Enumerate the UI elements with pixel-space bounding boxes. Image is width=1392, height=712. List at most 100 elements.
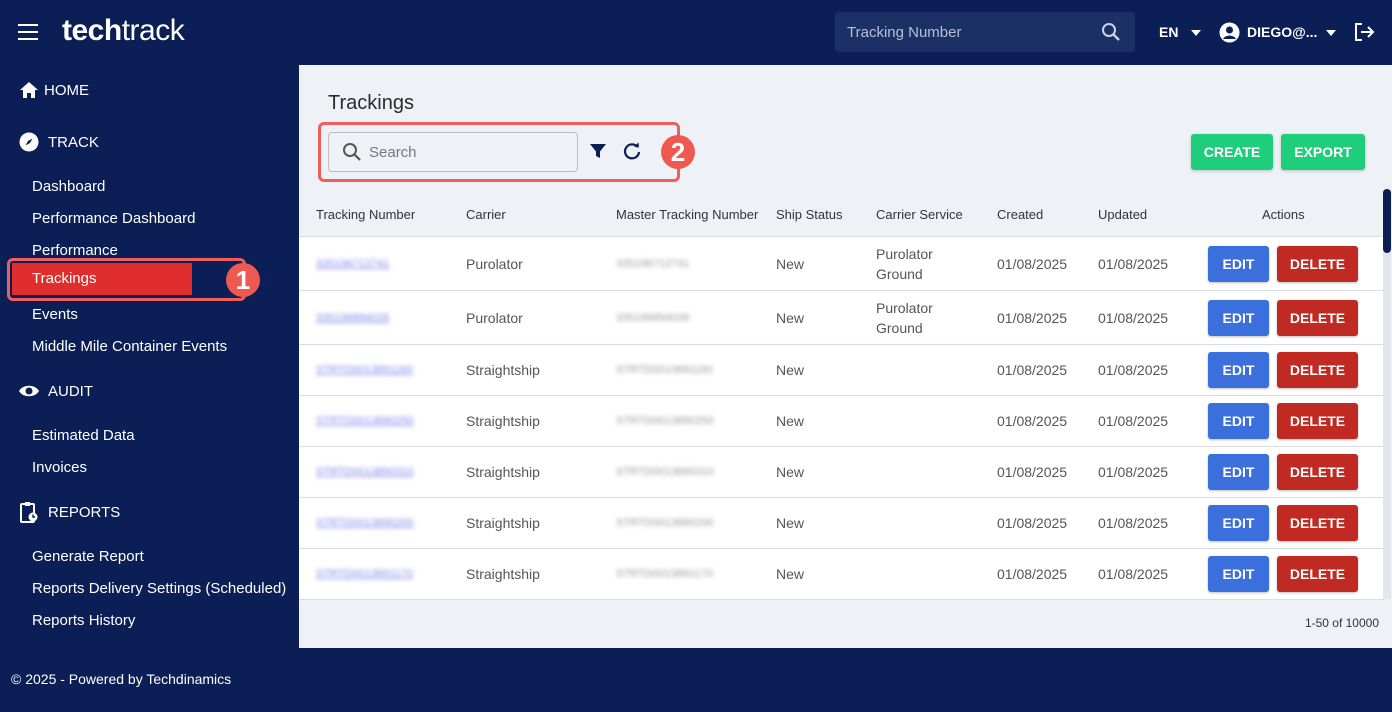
- tracking-number-link[interactable]: STRTD0013890200: [316, 517, 414, 529]
- updated-cell: 01/08/2025: [1098, 515, 1169, 531]
- carrier-cell: Straightship: [466, 464, 540, 480]
- sidebar-item-estimated-data[interactable]: Estimated Data: [32, 427, 135, 444]
- master-tracking-cell: STRTD0013891160: [616, 364, 713, 376]
- table-row: 335196894026 Purolator 335196894026 New …: [299, 291, 1384, 345]
- table-scrollbar[interactable]: [1383, 189, 1391, 599]
- col-ship-status[interactable]: Ship Status: [776, 207, 843, 222]
- sidebar-track-label: TRACK: [48, 133, 99, 151]
- carrier-cell: Straightship: [466, 413, 540, 429]
- tracking-number-link[interactable]: 335196712741: [316, 258, 389, 270]
- export-button[interactable]: EXPORT: [1281, 134, 1365, 170]
- ship-status-cell: New: [776, 362, 805, 378]
- edit-button[interactable]: EDIT: [1208, 454, 1269, 490]
- sidebar-item-dashboard[interactable]: Dashboard: [32, 178, 105, 195]
- updated-cell: 01/08/2025: [1098, 256, 1169, 272]
- eye-icon: [18, 380, 40, 402]
- created-cell: 01/08/2025: [997, 515, 1068, 531]
- menu-icon[interactable]: [18, 24, 38, 40]
- create-button[interactable]: CREATE: [1191, 134, 1273, 170]
- carrier-cell: Purolator: [466, 256, 523, 272]
- footer-copyright: © 2025 - Powered by Techdinamics: [11, 671, 232, 687]
- col-actions: Actions: [1262, 207, 1305, 222]
- carrier-cell: Purolator: [466, 310, 523, 326]
- user-avatar-icon[interactable]: [1219, 22, 1240, 48]
- sidebar-reports[interactable]: REPORTS: [18, 501, 120, 523]
- sidebar-item-performance-dashboard[interactable]: Performance Dashboard: [32, 210, 195, 227]
- search-icon[interactable]: [1101, 22, 1121, 47]
- table-row: STRTD0013891170 Straightship STRTD001389…: [299, 549, 1384, 600]
- updated-cell: 01/08/2025: [1098, 413, 1169, 429]
- edit-button[interactable]: EDIT: [1208, 556, 1269, 592]
- col-created[interactable]: Created: [997, 207, 1043, 222]
- delete-button[interactable]: DELETE: [1277, 352, 1358, 388]
- annotation-highlight-1: [7, 258, 246, 301]
- created-cell: 01/08/2025: [997, 566, 1068, 582]
- col-tracking-number[interactable]: Tracking Number: [316, 207, 415, 222]
- scrollbar-thumb[interactable]: [1383, 189, 1391, 253]
- pagination-info: 1-50 of 10000: [1304, 616, 1379, 630]
- tracking-number-link[interactable]: STRTD0013891170: [316, 568, 413, 580]
- chevron-down-icon[interactable]: [1326, 30, 1336, 36]
- carrier-cell: Straightship: [466, 515, 540, 531]
- edit-button[interactable]: EDIT: [1208, 246, 1269, 282]
- sidebar-audit[interactable]: AUDIT: [18, 380, 93, 402]
- sidebar-home-label: HOME: [44, 81, 89, 99]
- updated-cell: 01/08/2025: [1098, 310, 1169, 326]
- edit-button[interactable]: EDIT: [1208, 505, 1269, 541]
- sidebar-item-reports-history[interactable]: Reports History: [32, 612, 135, 629]
- delete-button[interactable]: DELETE: [1277, 403, 1358, 439]
- compass-icon: [18, 131, 40, 153]
- col-carrier-service[interactable]: Carrier Service: [876, 207, 963, 222]
- tracking-number-link[interactable]: STRTD0013890250: [316, 415, 414, 427]
- delete-button[interactable]: DELETE: [1277, 300, 1358, 336]
- table-row: 335196712741 Purolator 335196712741 New …: [299, 237, 1384, 291]
- edit-button[interactable]: EDIT: [1208, 403, 1269, 439]
- carrier-cell: Straightship: [466, 362, 540, 378]
- updated-cell: 01/08/2025: [1098, 566, 1169, 582]
- delete-button[interactable]: DELETE: [1277, 454, 1358, 490]
- master-tracking-cell: 335196712741: [616, 258, 690, 270]
- carrier-service-cell: Purolator: [876, 246, 933, 262]
- ship-status-cell: New: [776, 464, 805, 480]
- tracking-number-link[interactable]: STRTD0013891160: [316, 364, 413, 376]
- updated-cell: 01/08/2025: [1098, 464, 1169, 480]
- ship-status-cell: New: [776, 515, 805, 531]
- master-tracking-cell: STRTD0013890200: [616, 517, 714, 529]
- sidebar-home[interactable]: HOME: [18, 79, 89, 101]
- delete-button[interactable]: DELETE: [1277, 556, 1358, 592]
- sidebar-item-invoices[interactable]: Invoices: [32, 459, 87, 476]
- main-content: Trackings 2 CREATE EXPORT Tracking Numbe…: [299, 65, 1392, 648]
- tracking-number-search: [835, 12, 1135, 52]
- sidebar-item-middle-mile-container-events[interactable]: Middle Mile Container Events: [32, 338, 227, 355]
- sidebar-reports-label: REPORTS: [48, 503, 121, 521]
- logout-icon[interactable]: [1353, 22, 1375, 47]
- table-row: STRTD0013890200 Straightship STRTD001389…: [299, 498, 1384, 549]
- tracking-number-input[interactable]: [847, 12, 1097, 52]
- created-cell: 01/08/2025: [997, 362, 1068, 378]
- ship-status-cell: New: [776, 310, 805, 326]
- edit-button[interactable]: EDIT: [1208, 300, 1269, 336]
- tracking-number-link[interactable]: STRTD0013890310: [316, 466, 414, 478]
- sidebar-track[interactable]: TRACK: [18, 131, 99, 153]
- edit-button[interactable]: EDIT: [1208, 352, 1269, 388]
- language-selector[interactable]: EN: [1159, 24, 1178, 40]
- sidebar-item-events[interactable]: Events: [32, 306, 78, 323]
- sidebar-item-performance[interactable]: Performance: [32, 242, 118, 259]
- col-carrier[interactable]: Carrier: [466, 207, 506, 222]
- tracking-number-link[interactable]: 335196894026: [316, 312, 389, 324]
- user-menu[interactable]: DIEGO@...: [1247, 24, 1317, 40]
- delete-button[interactable]: DELETE: [1277, 505, 1358, 541]
- top-bar: techtrack EN DIEGO@...: [0, 0, 1392, 65]
- master-tracking-cell: STRTD0013891170: [616, 568, 713, 580]
- sidebar-item-reports-delivery-settings[interactable]: Reports Delivery Settings (Scheduled): [32, 580, 286, 597]
- logo: techtrack: [62, 14, 185, 47]
- col-updated[interactable]: Updated: [1098, 207, 1147, 222]
- master-tracking-cell: STRTD0013890250: [616, 415, 714, 427]
- created-cell: 01/08/2025: [997, 256, 1068, 272]
- chevron-down-icon[interactable]: [1191, 30, 1201, 36]
- col-master-tracking-number[interactable]: Master Tracking Number: [616, 207, 758, 222]
- sidebar-item-generate-report[interactable]: Generate Report: [32, 548, 144, 565]
- carrier-service-cell: Purolator: [876, 300, 933, 316]
- delete-button[interactable]: DELETE: [1277, 246, 1358, 282]
- table-row: STRTD0013890250 Straightship STRTD001389…: [299, 396, 1384, 447]
